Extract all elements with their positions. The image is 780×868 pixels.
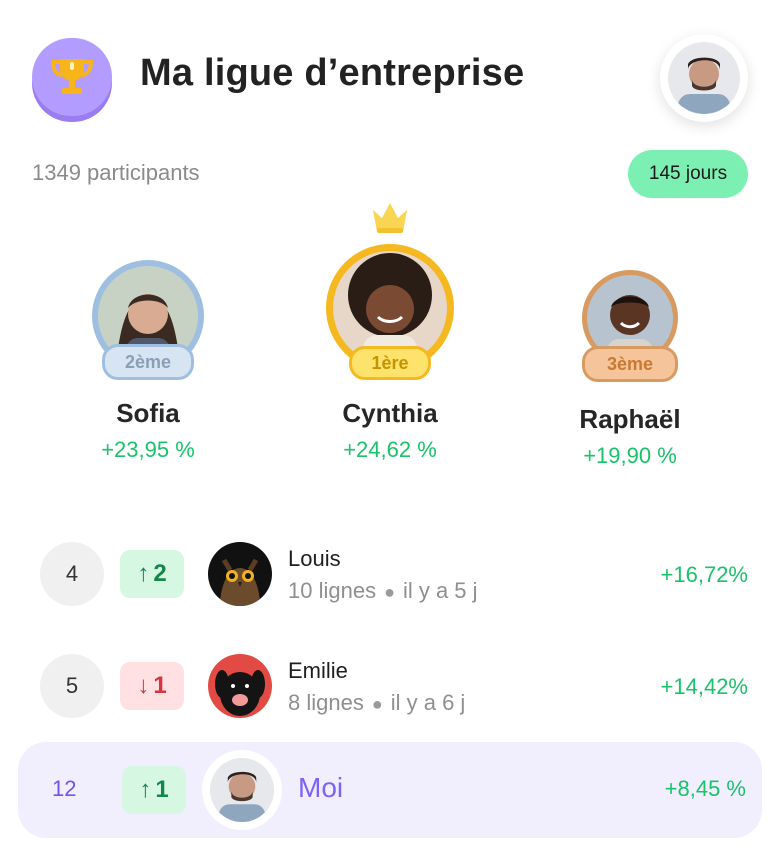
rank-change-up: ↑ 2 [120,550,184,598]
podium-second[interactable]: 2ème Sofia +23,95 % [78,260,218,463]
rank-tag-third: 3ème [582,346,678,382]
podium-first-gain: +24,62 % [343,437,437,462]
trophy-icon [50,59,94,94]
my-ranking-row[interactable]: 12 ↑ 1 Moi +8,45 % [18,742,762,838]
rank-number: 5 [40,654,104,718]
row-name: Emilie [288,658,348,683]
leaderboard-row[interactable]: 5 ↓ 1 Emilie 8 lignes ● il y a 6 j +14,42% [0,632,780,742]
row-name: Louis [288,546,341,571]
podium-third-name: Raphaël [579,404,681,434]
my-rank-change-up: ↑ 1 [122,766,186,814]
dog-avatar [208,654,272,718]
podium: 2ème Sofia +23,95 % 1ère Cynthia +24,62 … [0,200,780,490]
row-gain: +14,42% [660,674,748,699]
profile-avatar-button[interactable] [660,34,748,122]
rank-tag-first: 1ère [349,346,431,380]
user-avatar [668,42,740,114]
row-gain: +16,72% [660,562,748,587]
rank-tag-second: 2ème [102,344,194,380]
my-rank-number: 12 [52,776,77,801]
podium-third[interactable]: 3ème Raphaël +19,90 % [560,270,700,469]
page-title: Ma ligue d’entreprise [140,52,525,94]
arrow-up-icon: ↑ [137,560,150,587]
days-remaining-badge: 145 jours [628,150,748,198]
arrow-down-icon: ↓ [137,672,150,699]
participants-count: 1349 participants [32,160,200,185]
louis-avatar [208,542,272,606]
rank-number: 4 [40,542,104,606]
user-avatar [210,758,274,822]
crown-icon [373,203,407,233]
podium-first[interactable]: 1ère Cynthia +24,62 % [310,244,470,463]
row-meta: 8 lignes ● il y a 6 j [288,690,466,715]
header: Ma ligue d’entreprise [0,0,780,150]
podium-second-name: Sofia [116,398,180,428]
podium-second-gain: +23,95 % [101,437,195,462]
podium-first-name: Cynthia [342,398,438,428]
my-gain: +8,45 % [664,776,746,801]
arrow-up-icon: ↑ [139,776,152,803]
my-avatar [202,750,282,830]
my-name: Moi [298,772,344,803]
leaderboard-row[interactable]: 4 ↑ 2 Louis 10 lignes ● il y a 5 j +16,72% [0,520,780,630]
row-meta: 10 lignes ● il y a 5 j [288,578,478,603]
league-trophy-badge [32,38,112,122]
emilie-avatar [208,654,272,718]
podium-third-gain: +19,90 % [583,443,677,468]
rank-change-down: ↓ 1 [120,662,184,710]
owl-avatar [208,542,272,606]
